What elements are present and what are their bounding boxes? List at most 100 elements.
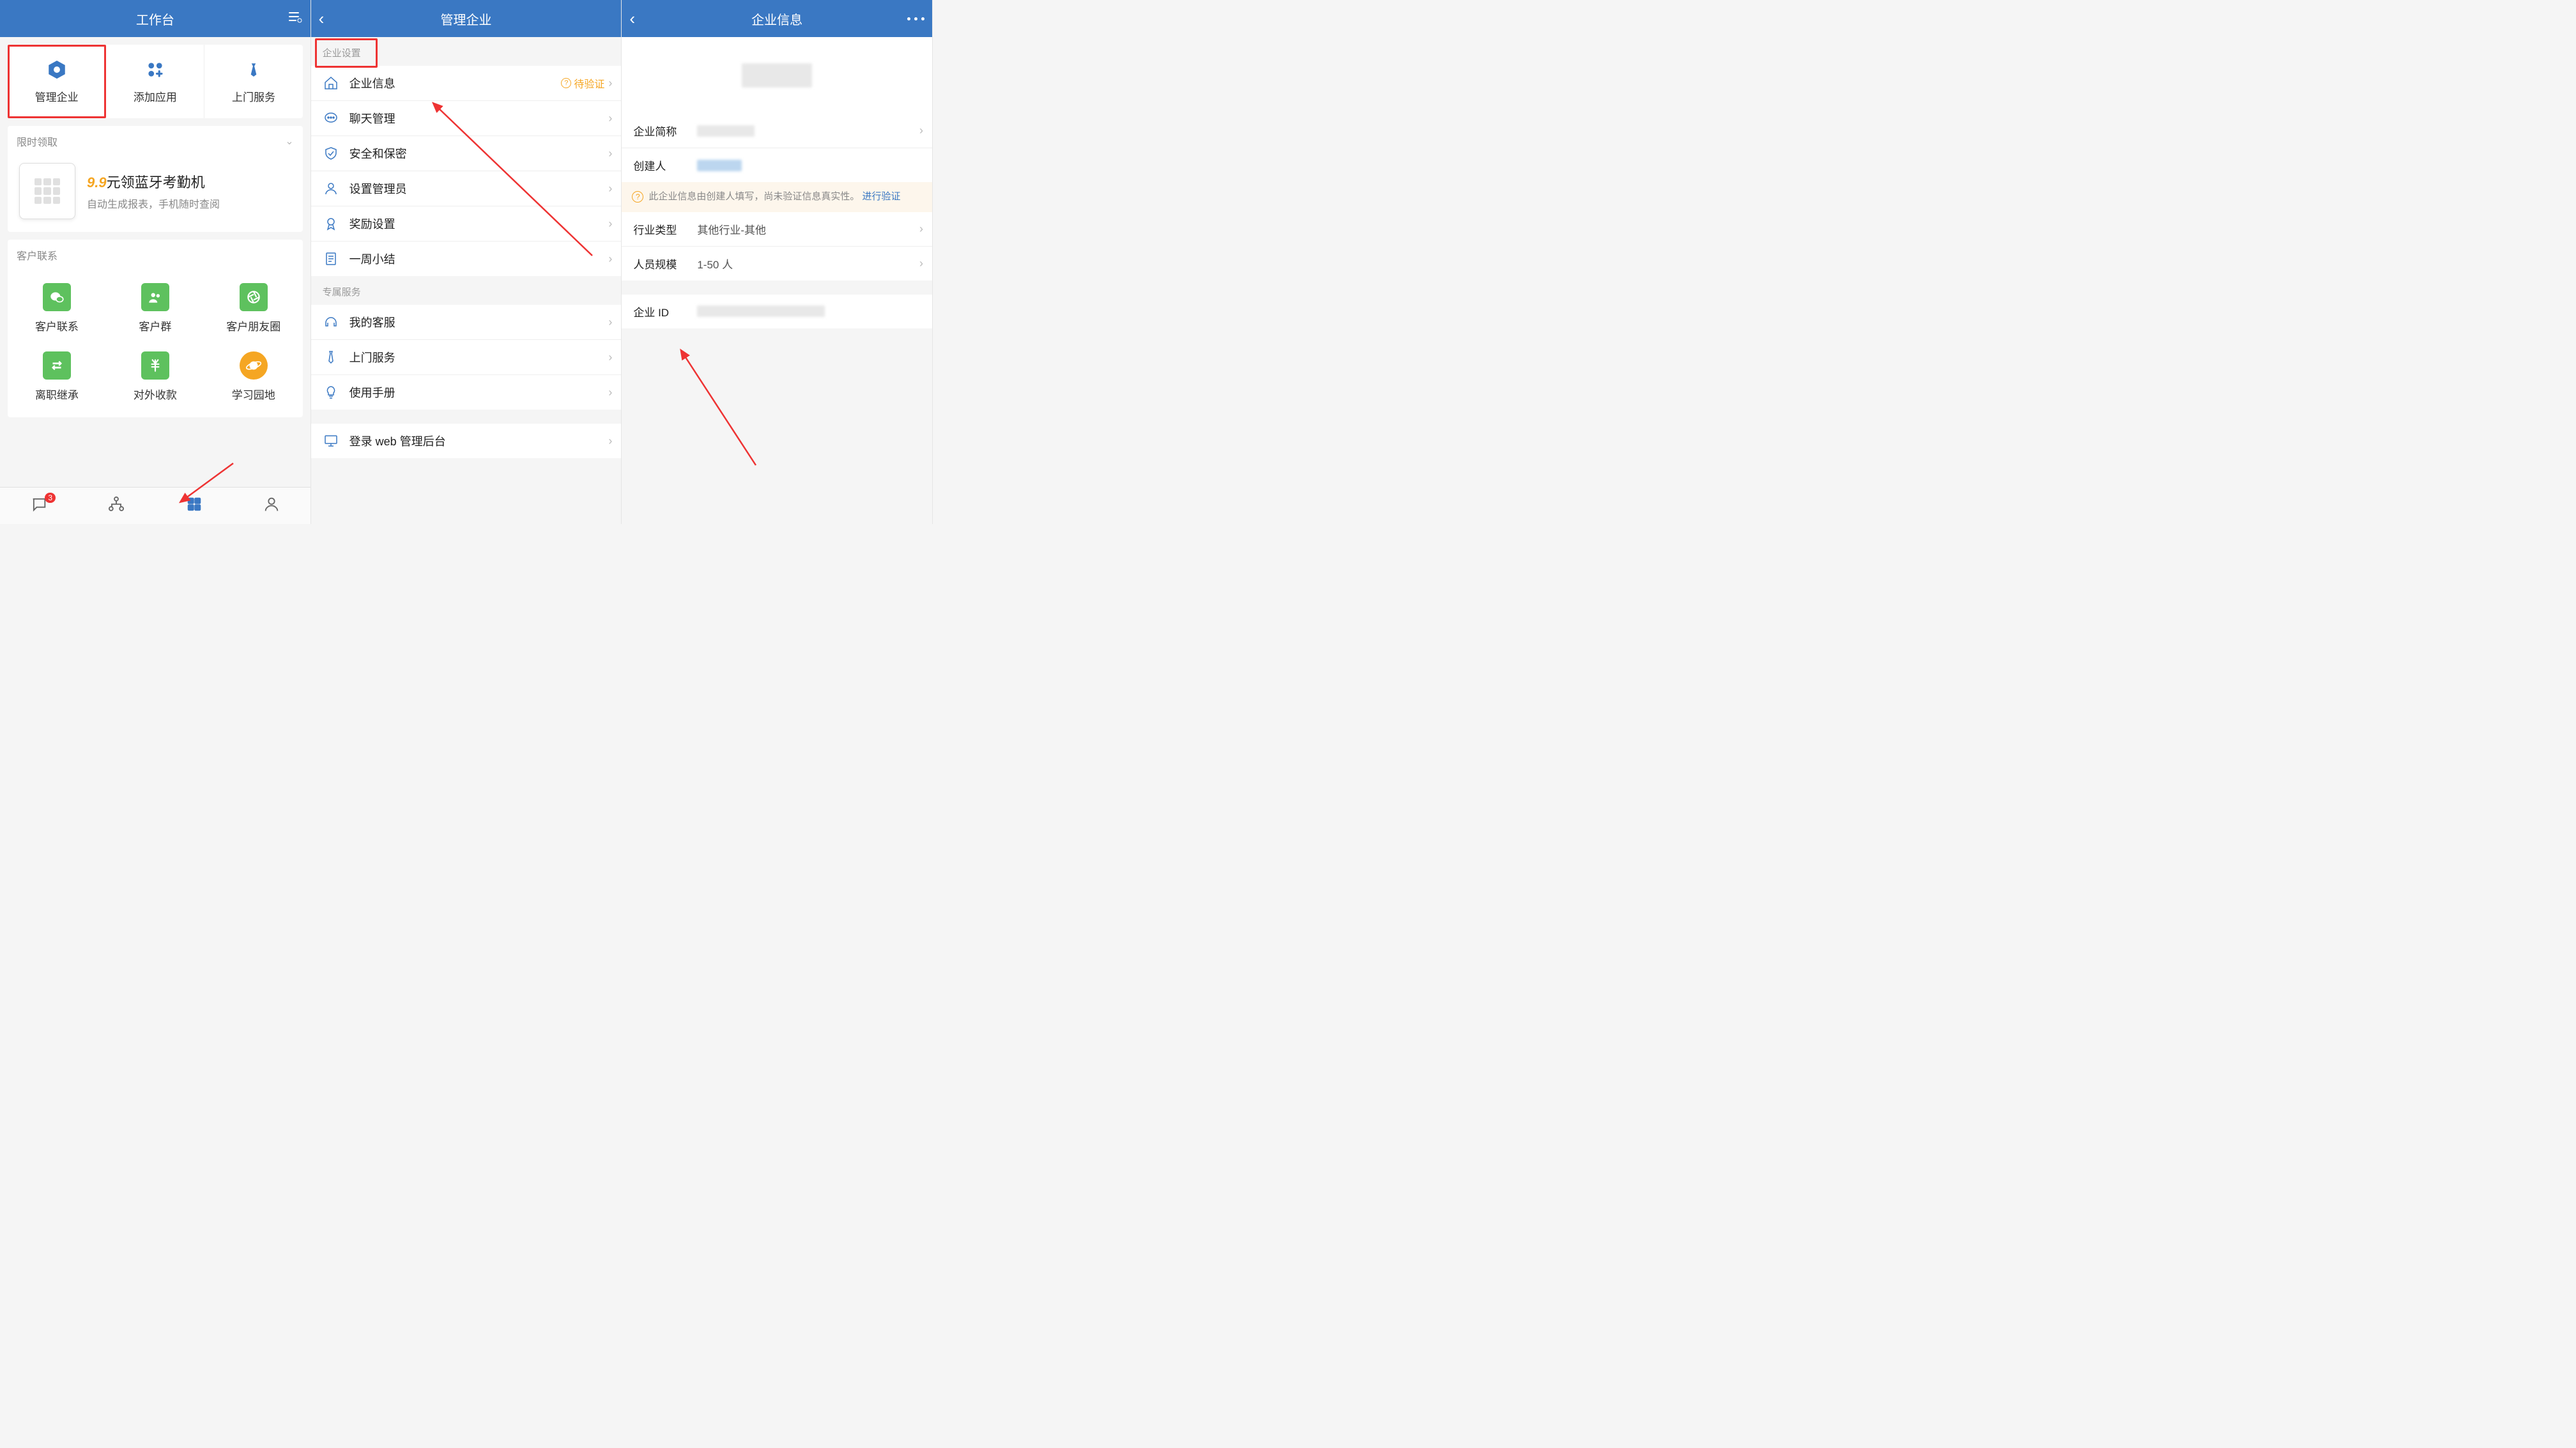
add-app-icon <box>144 59 166 81</box>
list-settings: 企业信息 ?待验证 › 聊天管理 › 安全和保密 › 设置管理员 › 奖励设置 … <box>311 66 622 276</box>
chevron-right-icon: › <box>919 222 923 236</box>
chevron-right-icon: › <box>608 182 612 196</box>
tab-chat[interactable]: 3 <box>0 488 77 524</box>
tab-bar: 3 <box>0 487 310 524</box>
group-label-settings: 企业设置 <box>311 37 622 66</box>
home-icon <box>323 75 339 91</box>
cell-label: 管理企业 <box>35 88 79 104</box>
shield-icon <box>323 145 339 162</box>
doc-icon <box>323 250 339 267</box>
list-web-login: 登录 web 管理后台 › <box>311 424 622 458</box>
settings-icon <box>288 9 303 28</box>
chevron-right-icon: › <box>608 217 612 231</box>
monitor-icon <box>323 433 339 449</box>
row-scale[interactable]: 人员规模 1-50 人 › <box>622 247 932 281</box>
aperture-icon <box>240 283 268 311</box>
cell-manage-enterprise[interactable]: 管理企业 <box>8 45 106 118</box>
cny-icon <box>141 351 169 380</box>
chevron-right-icon: › <box>608 77 612 90</box>
customer-item-learning[interactable]: 学习园地 <box>204 343 303 411</box>
screen-workspace: 工作台 管理企业 添加应用 <box>0 0 311 524</box>
group-label-service: 专属服务 <box>311 276 622 305</box>
customer-item-payment[interactable]: 对外收款 <box>106 343 204 411</box>
list-basic: 企业简称 › 创建人 <box>622 114 932 182</box>
cell-onsite-service[interactable]: 上门服务 <box>204 45 302 118</box>
chevron-right-icon: › <box>608 435 612 448</box>
swap-icon <box>43 351 71 380</box>
blurred-value <box>697 160 742 171</box>
row-weekly-summary[interactable]: 一周小结 › <box>311 242 622 276</box>
row-enterprise-info[interactable]: 企业信息 ?待验证 › <box>311 66 622 101</box>
bulb-icon <box>323 384 339 401</box>
row-set-admin[interactable]: 设置管理员 › <box>311 171 622 206</box>
user-icon <box>323 180 339 197</box>
cell-label: 上门服务 <box>232 88 275 104</box>
section-customer: 客户联系 客户联系 客户群 客户朋友圈 离职继承 对外收款 <box>8 240 303 417</box>
cell-add-app[interactable]: 添加应用 <box>106 45 204 118</box>
row-reward[interactable]: 奖励设置 › <box>311 206 622 242</box>
screen-manage-enterprise: ‹ 管理企业 企业设置 企业信息 ?待验证 › 聊天管理 › 安全和保密 › 设… <box>311 0 622 524</box>
enterprise-name-banner <box>622 37 932 114</box>
chevron-right-icon: › <box>608 316 612 329</box>
promo-device-image <box>19 163 75 219</box>
list-id: 企业 ID <box>622 295 932 328</box>
group-icon <box>141 283 169 311</box>
row-onsite-service[interactable]: 上门服务 › <box>311 340 622 375</box>
chat-icon <box>323 110 339 127</box>
customer-header: 客户联系 <box>8 240 303 270</box>
chevron-right-icon: › <box>608 112 612 125</box>
verification-notice: ? 此企业信息由创建人填写，尚未验证信息真实性。 进行验证 <box>622 182 932 212</box>
row-manual[interactable]: 使用手册 › <box>311 375 622 410</box>
row-enterprise-id: 企业 ID <box>622 295 932 328</box>
chevron-right-icon: › <box>919 257 923 270</box>
badge-count: 3 <box>45 493 56 503</box>
row-security[interactable]: 安全和保密 › <box>311 136 622 171</box>
chevron-right-icon: › <box>608 351 612 364</box>
tab-workspace[interactable] <box>155 488 233 524</box>
org-icon <box>107 495 125 516</box>
annotation-arrow <box>679 350 762 475</box>
more-icon <box>907 17 910 20</box>
header: ‹ 管理企业 <box>311 0 622 37</box>
tie-icon <box>243 59 264 81</box>
top-action-grid: 管理企业 添加应用 上门服务 <box>8 45 303 118</box>
headset-icon <box>323 314 339 330</box>
me-icon <box>263 495 280 516</box>
screen-enterprise-info: ‹ 企业信息 企业简称 › 创建人 ? 此企业信息由创建人填写，尚未验证信息真实… <box>622 0 933 524</box>
wechat-icon <box>43 283 71 311</box>
settings-button[interactable] <box>288 0 303 37</box>
gear-hex-icon <box>46 59 68 81</box>
back-button[interactable]: ‹ <box>629 0 635 37</box>
promo-card[interactable]: 9.9元领蓝牙考勤机 自动生成报表，手机随时查阅 <box>8 157 303 232</box>
status-pending: ?待验证 <box>561 75 604 91</box>
customer-item-moments[interactable]: 客户朋友圈 <box>204 274 303 343</box>
row-web-login[interactable]: 登录 web 管理后台 › <box>311 424 622 458</box>
header: 工作台 <box>0 0 310 37</box>
chevron-left-icon: ‹ <box>629 9 635 29</box>
row-creator: 创建人 <box>622 148 932 182</box>
row-industry[interactable]: 行业类型 其他行业-其他 › <box>622 212 932 247</box>
customer-item-handover[interactable]: 离职继承 <box>8 343 106 411</box>
blurred-name <box>742 63 812 88</box>
list-detail: 行业类型 其他行业-其他 › 人员规模 1-50 人 › <box>622 212 932 281</box>
verify-link[interactable]: 进行验证 <box>862 191 901 202</box>
page-title: 工作台 <box>136 10 174 28</box>
grid-icon <box>185 495 203 516</box>
tab-me[interactable] <box>233 488 310 524</box>
customer-item-contact[interactable]: 客户联系 <box>8 274 106 343</box>
row-my-support[interactable]: 我的客服 › <box>311 305 622 340</box>
tab-org[interactable] <box>77 488 155 524</box>
cell-label: 添加应用 <box>134 88 177 104</box>
customer-item-group[interactable]: 客户群 <box>106 274 204 343</box>
chevron-left-icon: ‹ <box>319 9 325 29</box>
back-button[interactable]: ‹ <box>319 0 325 37</box>
list-service: 我的客服 › 上门服务 › 使用手册 › <box>311 305 622 410</box>
chevron-right-icon: › <box>608 386 612 399</box>
chevron-right-icon: › <box>608 147 612 160</box>
limited-header[interactable]: 限时领取 ⌄ <box>8 126 303 157</box>
row-chat-management[interactable]: 聊天管理 › <box>311 101 622 136</box>
row-short-name[interactable]: 企业简称 › <box>622 114 932 148</box>
page-title: 企业信息 <box>751 10 802 28</box>
chevron-right-icon: › <box>608 252 612 266</box>
more-button[interactable] <box>907 0 924 37</box>
